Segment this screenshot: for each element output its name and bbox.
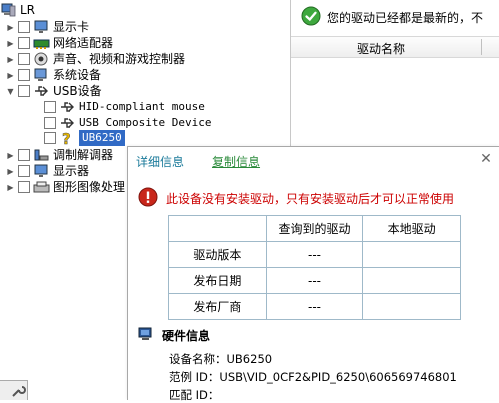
example-id-value: 范例 ID：USB\VID_0CF2&PID_6250\606569746801	[169, 370, 457, 384]
tree-item-imaging[interactable]: ▶ 图形图像处理	[6, 179, 125, 195]
details-tabs: 详细信息 复制信息	[136, 153, 260, 170]
tree-item-hid-mouse[interactable]: HID-compliant mouse	[44, 99, 205, 115]
ok-check-icon	[301, 6, 321, 29]
tree-checkbox[interactable]	[44, 117, 56, 129]
tree-item-usb[interactable]: ▼ USB设备	[6, 83, 101, 99]
table-row-label: 驱动版本	[168, 241, 267, 268]
tree-checkbox[interactable]	[18, 53, 30, 65]
warning-icon	[138, 187, 158, 210]
tree-checkbox[interactable]	[18, 37, 30, 49]
tree-item-system-device[interactable]: ▶ 系统设备	[6, 67, 101, 83]
expand-icon[interactable]: ▶	[6, 183, 15, 192]
table-cell	[362, 293, 461, 320]
table-row: 发布日期 ---	[168, 267, 461, 294]
table-row-label: 发布厂商	[168, 293, 267, 320]
tab-copy-info[interactable]: 复制信息	[212, 153, 260, 170]
modem-icon	[33, 147, 50, 163]
device-name-value: 设备名称：UB6250	[169, 352, 273, 366]
collapse-icon[interactable]: ▼	[6, 87, 15, 96]
no-driver-warning: 此设备没有安装驱动，只有安装驱动后才可以正常使用	[138, 187, 454, 210]
usb-icon	[33, 83, 50, 99]
system-device-icon	[33, 67, 50, 83]
imaging-icon	[33, 179, 50, 195]
column-separator[interactable]	[481, 39, 482, 55]
tree-item-modem[interactable]: ▶ 调制解调器	[6, 147, 113, 163]
tree-checkbox[interactable]	[18, 69, 30, 81]
usb-icon	[59, 115, 76, 131]
table-cell: ---	[265, 241, 364, 268]
column-driver-name[interactable]: 驱动名称	[357, 40, 405, 57]
usb-icon	[59, 99, 76, 115]
tab-details[interactable]: 详细信息	[136, 153, 184, 170]
network-adapter-icon	[33, 35, 50, 51]
table-cell	[362, 267, 461, 294]
computer-icon	[0, 2, 17, 18]
expand-icon[interactable]: ▶	[6, 151, 15, 160]
tree-checkbox[interactable]	[18, 21, 30, 33]
tree-item-monitor[interactable]: ▶ 显示器	[6, 163, 89, 179]
table-header-row: 查询到的驱动 本地驱动	[168, 215, 461, 242]
table-cell: ---	[265, 267, 364, 294]
table-header-cell	[168, 215, 267, 242]
tree-item-ub6250[interactable]: ? UB6250	[44, 130, 125, 149]
tree-checkbox[interactable]	[18, 149, 30, 161]
wrench-icon[interactable]	[10, 383, 26, 402]
table-cell	[362, 241, 461, 268]
table-cell: ---	[265, 293, 364, 320]
table-row: 驱动版本 ---	[168, 241, 461, 268]
hardware-info-title: 硬件信息	[138, 327, 498, 345]
sound-icon	[33, 51, 50, 67]
driver-list-header: 驱动名称	[291, 36, 499, 58]
tree-item-display-card[interactable]: ▶ 显示卡	[6, 19, 89, 35]
monitor-icon	[33, 163, 50, 179]
table-header-cell: 查询到的驱动	[265, 215, 364, 242]
tree-item-sound[interactable]: ▶ 声音、视频和游戏控制器	[6, 51, 185, 67]
table-row-label: 发布日期	[168, 267, 267, 294]
tree-item-usb-composite[interactable]: USB Composite Device	[44, 115, 211, 131]
match-id-value: 匹配 ID：	[169, 388, 220, 402]
tree-checkbox[interactable]	[18, 165, 30, 177]
driver-compare-table: 查询到的驱动 本地驱动 驱动版本 --- 发布日期 --- 发布厂商 ---	[168, 215, 461, 320]
expand-icon[interactable]: ▶	[6, 23, 15, 32]
bottom-tool-strip	[0, 380, 28, 400]
expand-icon[interactable]: ▶	[6, 167, 15, 176]
table-row: 发布厂商 ---	[168, 293, 461, 320]
hardware-info-section: 硬件信息 设备名称：UB6250 范例 ID：USB\VID_0CF2&PID_…	[138, 327, 498, 402]
tree-item-network-adapter[interactable]: ▶ 网络适配器	[6, 35, 113, 51]
close-icon[interactable]: ✕	[479, 152, 493, 166]
display-card-icon	[33, 19, 50, 35]
hardware-monitor-icon	[138, 327, 154, 345]
driver-list-pane: 您的驱动已经都是最新的，不 驱动名称	[290, 0, 499, 150]
status-message: 您的驱动已经都是最新的，不	[301, 6, 483, 29]
expand-icon[interactable]: ▶	[6, 39, 15, 48]
tree-checkbox[interactable]	[44, 101, 56, 113]
tree-root[interactable]: LR	[0, 2, 35, 18]
expand-icon[interactable]: ▶	[6, 55, 15, 64]
device-details-panel: 详细信息 复制信息 ✕ 此设备没有安装驱动，只有安装驱动后才可以正常使用 查询到…	[127, 146, 499, 402]
tree-checkbox[interactable]	[44, 132, 56, 144]
unknown-device-icon: ?	[59, 130, 76, 149]
expand-icon[interactable]: ▶	[6, 71, 15, 80]
table-header-cell: 本地驱动	[362, 215, 461, 242]
tree-checkbox[interactable]	[18, 181, 30, 193]
tree-root-label: LR	[20, 3, 36, 17]
svg-text:?: ?	[62, 130, 71, 146]
tree-checkbox[interactable]	[18, 85, 30, 97]
